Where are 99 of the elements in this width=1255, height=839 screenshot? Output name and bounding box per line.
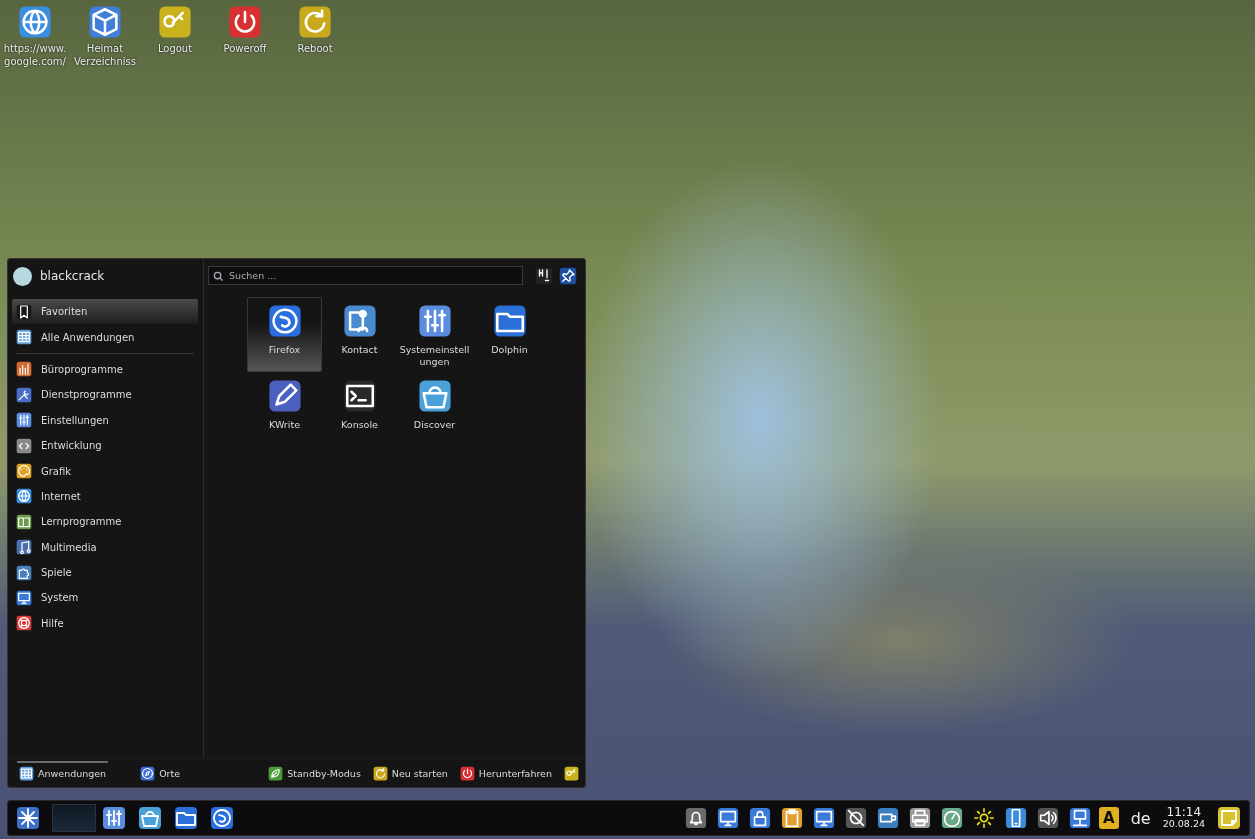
grid-icon	[19, 765, 34, 781]
cube-icon	[88, 5, 122, 39]
globe-icon	[16, 488, 32, 505]
menu-tab[interactable]: Orte	[138, 761, 183, 785]
monitor-icon	[716, 807, 739, 829]
leaf-icon	[268, 765, 284, 781]
power-icon	[228, 5, 262, 39]
session-button[interactable]: Standby-Modus	[268, 765, 361, 781]
desktop-shortcut[interactable]: https://www. google.com/	[0, 0, 70, 68]
desktop-shortcut[interactable]: Poweroff	[210, 0, 280, 55]
sun-icon	[972, 807, 995, 829]
search-icon	[213, 271, 224, 282]
tray-button[interactable]	[972, 807, 995, 829]
folder-icon	[174, 806, 198, 830]
bag-icon	[138, 806, 162, 830]
app-tile[interactable]: KWrite	[247, 372, 322, 447]
reboot-icon	[298, 5, 332, 39]
keyboard-layout-button[interactable]: de	[1130, 808, 1151, 828]
app-tile[interactable]: Kontact	[322, 297, 397, 372]
category-item[interactable]: Lernprogramme	[12, 509, 198, 535]
category-item[interactable]: Dienstprogramme	[12, 382, 198, 408]
user-name: blackcrack	[40, 269, 105, 283]
palette-icon	[16, 463, 32, 480]
avatar-circle	[13, 266, 32, 286]
compass-icon	[140, 765, 156, 781]
taskbar-app-button[interactable]	[174, 806, 198, 830]
printer-icon	[908, 807, 931, 829]
taskbar-app-button[interactable]	[138, 806, 162, 830]
tray-button[interactable]	[1036, 807, 1059, 829]
tray-button[interactable]	[684, 807, 707, 829]
app-tile[interactable]: Konsole	[322, 372, 397, 447]
tray-button[interactable]	[1004, 807, 1027, 829]
tray-button[interactable]	[940, 807, 963, 829]
gauge-icon	[940, 807, 963, 829]
tray-button[interactable]	[812, 807, 835, 829]
menu-tab[interactable]: Anwendungen	[17, 761, 109, 785]
tray-button[interactable]	[780, 807, 803, 829]
pin-icon	[559, 266, 577, 285]
speaker-icon	[1036, 807, 1059, 829]
network-icon	[1068, 807, 1091, 829]
bookmark-icon	[16, 303, 32, 320]
category-item[interactable]: Entwicklung	[12, 432, 198, 459]
notes-button[interactable]	[1217, 806, 1241, 830]
key-icon	[564, 765, 579, 781]
sidebar-item[interactable]: Alle Anwendungen	[12, 324, 198, 350]
clock-time: 11:14	[1166, 806, 1202, 818]
desktop-shortcut[interactable]: Logout	[140, 0, 210, 55]
key-icon	[158, 5, 192, 39]
tray-button[interactable]	[1068, 807, 1091, 829]
app-tile[interactable]: Dolphin	[472, 297, 547, 372]
category-item[interactable]: Spiele	[12, 559, 198, 586]
code-icon	[16, 437, 32, 454]
sliders-icon	[417, 304, 452, 338]
lock-icon	[748, 807, 771, 829]
app-tile[interactable]: Discover	[397, 372, 472, 447]
tray-button[interactable]	[716, 807, 739, 829]
category-item[interactable]: System	[12, 585, 198, 611]
bell-icon	[684, 807, 707, 829]
input-method-button[interactable]: A	[1098, 807, 1119, 829]
tools-icon	[16, 386, 32, 403]
clock-date: 20.08.24	[1162, 818, 1205, 830]
sliders-icon	[16, 412, 32, 429]
reboot-icon	[372, 765, 388, 781]
desktop-shortcut[interactable]: Heimat Verzeichniss	[70, 0, 140, 68]
tray-button[interactable]	[748, 807, 771, 829]
session-button[interactable]: Herunterfahren	[459, 765, 552, 781]
lifebuoy-icon	[16, 615, 32, 632]
category-item[interactable]: Einstellungen	[12, 407, 198, 433]
category-item[interactable]: Hilfe	[12, 610, 198, 637]
music-icon	[16, 539, 32, 556]
sidebar-item[interactable]: Favoriten	[12, 299, 198, 325]
sliders-icon	[102, 806, 126, 830]
category-item[interactable]: Multimedia	[12, 534, 198, 560]
app-tile[interactable]: Systemeinstell ungen	[397, 297, 472, 372]
category-item[interactable]: Büroprogramme	[12, 356, 198, 383]
search-field[interactable]: Suchen ...	[208, 266, 523, 285]
power-icon	[459, 765, 475, 781]
grid-icon	[16, 329, 32, 346]
desktop-shortcut[interactable]: Reboot	[280, 0, 350, 55]
pin-button[interactable]	[559, 266, 577, 285]
category-item[interactable]: Grafik	[12, 458, 198, 484]
book-icon	[16, 513, 32, 530]
note-icon	[1217, 806, 1241, 830]
chart-icon	[16, 361, 32, 378]
logout-button[interactable]	[564, 765, 579, 781]
bag-icon	[417, 379, 452, 413]
globe-icon	[18, 5, 52, 39]
folder-icon	[492, 304, 527, 338]
category-item[interactable]: Internet	[12, 483, 198, 510]
terminal-icon	[342, 379, 377, 413]
monitor-icon	[812, 807, 835, 829]
phone-icon	[1004, 807, 1027, 829]
session-button[interactable]: Neu starten	[372, 765, 448, 781]
clipboard-icon	[780, 807, 803, 829]
app-tile[interactable]: Firefox	[247, 297, 322, 372]
taskbar-app-button[interactable]	[102, 806, 126, 830]
monitor-icon	[16, 590, 32, 606]
tray-button[interactable]	[908, 807, 931, 829]
pen-icon	[267, 379, 302, 413]
